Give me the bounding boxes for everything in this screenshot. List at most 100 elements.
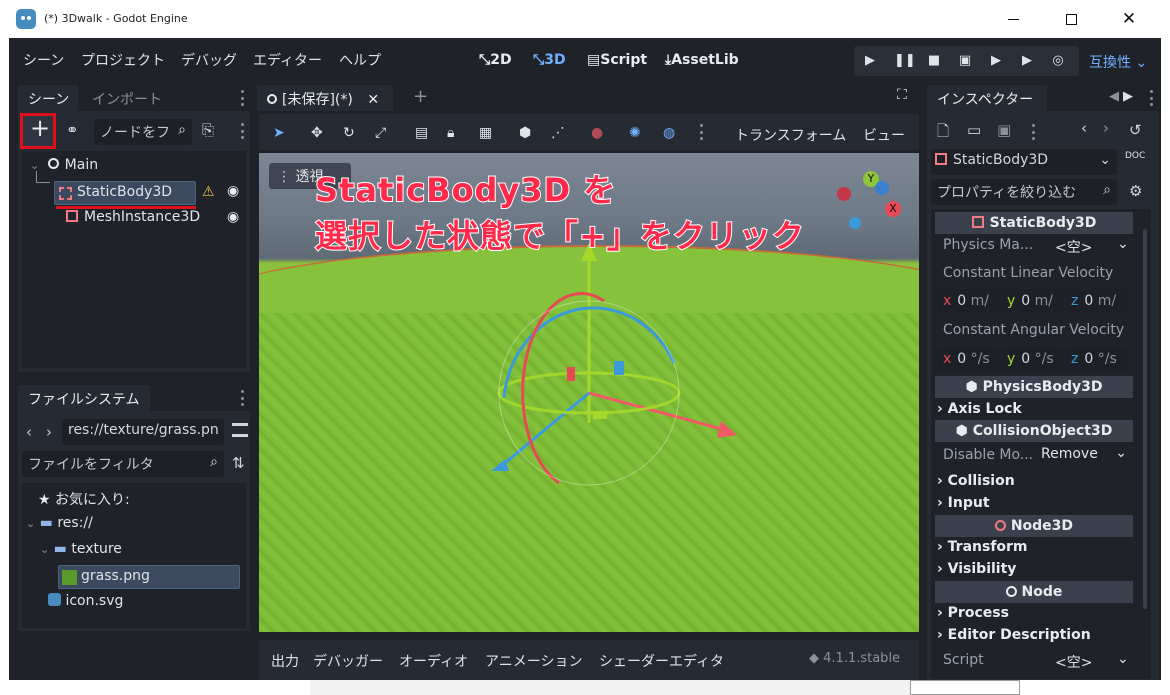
z-axis-handle[interactable]	[875, 181, 889, 195]
x-rotation-ring[interactable]	[521, 292, 605, 485]
split-mode-icon[interactable]	[232, 423, 248, 437]
folder-row-texture[interactable]: ⌄ ▬ texture	[40, 541, 122, 557]
axis-lock-category[interactable]: › Axis Lock	[937, 401, 1022, 417]
tab-audio[interactable]: オーディオ	[399, 651, 468, 671]
angular-velocity-z[interactable]: z0 °/s	[1065, 347, 1127, 371]
tree-row-main[interactable]: ⌄ Main	[30, 157, 98, 173]
menu-help[interactable]: ヘルプ	[339, 50, 381, 70]
path-field[interactable]: res://texture/grass.pn	[62, 419, 224, 445]
tab-unsaved-scene[interactable]: [未保存](*) ✕	[257, 85, 393, 111]
transform-menu[interactable]: トランスフォーム	[735, 125, 846, 145]
angular-velocity-y[interactable]: y0 °/s	[1001, 347, 1063, 371]
tab-filesystem[interactable]: ファイルシステム	[18, 385, 150, 411]
menu-editor[interactable]: エディター	[253, 50, 322, 70]
menu-project[interactable]: プロジェクト	[81, 50, 165, 70]
tab-debugger[interactable]: デバッガー	[313, 651, 383, 671]
yz-plane-handle[interactable]	[567, 367, 575, 381]
pause-icon[interactable]: ❚❚	[894, 53, 916, 69]
editor-description-category[interactable]: › Editor Description	[937, 627, 1091, 643]
physics-material-value[interactable]: <空>	[1055, 237, 1092, 257]
save-icon[interactable]: ▣	[997, 121, 1011, 139]
close-icon[interactable]: ✕	[367, 92, 379, 108]
mode-2d-button[interactable]: ⤡2D	[479, 52, 512, 68]
viewport-menu-icon[interactable]	[699, 124, 703, 140]
inspector-scrollbar[interactable]	[1143, 229, 1147, 609]
mode-assetlib-button[interactable]: ⤓AssetLib	[665, 52, 739, 68]
angular-velocity-x[interactable]: x0 °/s	[937, 347, 999, 371]
tune-icon[interactable]: ⚙	[1129, 182, 1142, 200]
history-forward-icon[interactable]: ›	[1103, 119, 1109, 137]
tab-animation[interactable]: アニメーション	[485, 651, 582, 671]
object-history-icon[interactable]: ↺	[1129, 121, 1142, 139]
orientation-widget[interactable]: Y X	[833, 167, 913, 247]
menu-scene[interactable]: シーン	[23, 50, 64, 70]
history-back-icon[interactable]: ‹	[1081, 119, 1087, 137]
scale-tool-icon[interactable]: ⤢	[375, 125, 386, 141]
back-icon[interactable]: ‹	[26, 423, 32, 441]
file-filter-input[interactable]: ファイルをフィルタ ⌕	[22, 451, 224, 477]
play-scene-icon[interactable]: ▶	[988, 53, 1004, 69]
tab-shader-editor[interactable]: シェーダーエディタ	[599, 651, 724, 671]
doc-icon[interactable]: DOC	[1125, 151, 1145, 161]
transform-category[interactable]: › Transform	[937, 539, 1028, 555]
rotate-tool-icon[interactable]: ↻	[343, 125, 355, 141]
x-axis-handle[interactable]: X	[885, 201, 901, 217]
visibility-category[interactable]: › Visibility	[937, 561, 1016, 577]
snap-icon[interactable]: ⋰	[551, 125, 565, 141]
visibility-icon[interactable]: ◉	[227, 209, 239, 225]
object-selector[interactable]: StaticBody3D ⌄	[931, 149, 1117, 175]
linear-velocity-z[interactable]: z0 m/	[1065, 289, 1127, 313]
sort-icon[interactable]: ⇅	[232, 454, 245, 472]
instance-scene-icon[interactable]: ⎘	[202, 121, 214, 139]
remote-debug-icon[interactable]: ▣	[957, 53, 973, 69]
environment-preview-icon[interactable]: ◍	[663, 125, 675, 141]
lock-icon[interactable]: 🔒︎	[447, 125, 454, 141]
tab-scene[interactable]: シーン	[18, 85, 78, 111]
distraction-free-icon[interactable]: ⛶	[897, 87, 907, 103]
group-icon[interactable]: ▦	[479, 125, 492, 141]
neg-z-handle[interactable]	[849, 217, 861, 229]
camera-preview-icon[interactable]: ●	[591, 125, 603, 141]
open-folder-icon[interactable]: ▭	[967, 121, 981, 139]
process-category[interactable]: › Process	[937, 605, 1009, 621]
file-row-icon-svg[interactable]: icon.svg	[48, 593, 123, 609]
stop-icon[interactable]: ■	[926, 53, 942, 69]
linear-velocity-y[interactable]: y0 m/	[1001, 289, 1063, 313]
renderer-select[interactable]: 互換性 ⌄	[1089, 52, 1147, 72]
close-window-button[interactable]: ✕	[1100, 0, 1158, 38]
forward-icon[interactable]: ›	[46, 423, 52, 441]
disable-mode-select[interactable]: Remove ⌄	[1035, 443, 1131, 467]
visibility-icon[interactable]: ◉	[227, 183, 239, 199]
file-row-grass-png[interactable]: grass.png	[58, 565, 240, 589]
script-value[interactable]: <空>	[1055, 652, 1092, 672]
move-tool-icon[interactable]: ✥	[311, 125, 323, 141]
mode-script-button[interactable]: ▤Script	[587, 52, 647, 68]
dock-menu-icon[interactable]	[1149, 90, 1153, 106]
add-scene-tab-icon[interactable]: +	[413, 86, 428, 107]
3d-viewport[interactable]: ⋮ 透視 Y X StaticBody3D を 選択した状態で「+」をクリック	[259, 153, 919, 632]
link-icon[interactable]: ⚭	[66, 121, 79, 139]
tab-import[interactable]: インポート	[92, 89, 162, 109]
add-child-node-button[interactable]: +	[20, 113, 56, 149]
play-custom-scene-icon[interactable]: ▶	[1019, 53, 1035, 69]
play-icon[interactable]: ▶	[862, 53, 878, 69]
local-space-icon[interactable]: ⬢	[519, 125, 531, 141]
favorites-row[interactable]: ★ お気に入り:	[38, 489, 130, 509]
collision-category[interactable]: › Collision	[937, 473, 1015, 489]
scene-menu-icon[interactable]	[240, 123, 244, 139]
neg-x-handle[interactable]	[837, 187, 851, 201]
view-menu[interactable]: ビュー	[863, 125, 905, 145]
dock-menu-icon[interactable]	[240, 390, 244, 406]
tab-inspector[interactable]: インスペクター	[927, 85, 1047, 111]
tree-row-staticbody3d[interactable]: StaticBody3D	[54, 181, 196, 205]
chevron-down-icon[interactable]: ⌄	[1117, 236, 1129, 252]
folder-row-res[interactable]: ⌄ ▬ res://	[26, 515, 93, 531]
maximize-button[interactable]	[1042, 0, 1100, 38]
list-select-icon[interactable]: ▤	[415, 125, 428, 141]
xz-plane-handle[interactable]	[593, 411, 607, 419]
menu-debug[interactable]: デバッグ	[181, 50, 237, 70]
property-filter-input[interactable]: プロパティを絞り込む ⌕	[931, 179, 1117, 205]
sun-preview-icon[interactable]: ✺	[629, 125, 641, 141]
linear-velocity-x[interactable]: x0 m/	[937, 289, 999, 313]
dock-menu-icon[interactable]	[240, 90, 244, 106]
